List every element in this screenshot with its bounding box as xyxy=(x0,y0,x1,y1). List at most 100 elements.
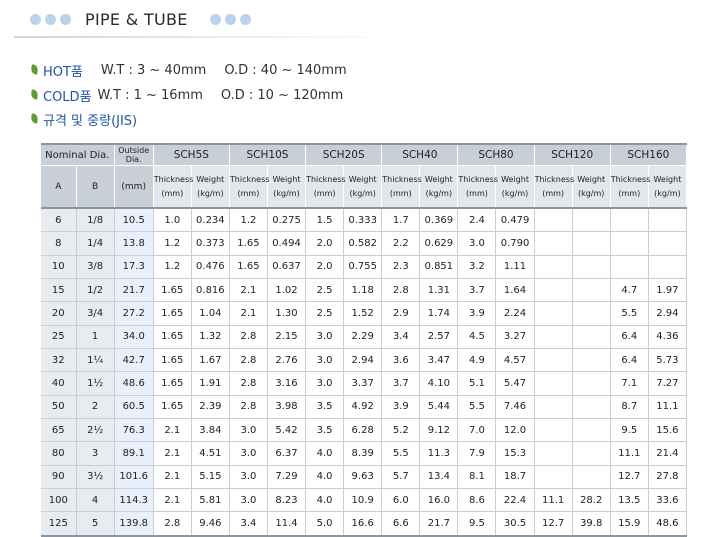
weight-unit: (kg/m) xyxy=(654,188,681,198)
thickness-cell: 3.4 xyxy=(381,325,421,350)
nominal-b-cell: 3½ xyxy=(76,465,115,490)
weight-cell: 0.851 xyxy=(419,255,459,280)
table-row: 50 2 60.5 1.65 2.39 2.8 3.98 3.5 4.92 3.9 5.44 5.5 7… xyxy=(41,395,688,420)
table-header-row-2: A B (mm) Thickness (mm) Weight (kg/m) Thickn… xyxy=(41,165,688,209)
weight-cell: 3.98 xyxy=(267,395,307,420)
hot-spec-line: HOT품 W.T : 3 ~ 40mm O.D : 40 ~ 140mm xyxy=(30,61,347,80)
thickness-cell xyxy=(534,418,573,443)
weight-unit: (kg/m) xyxy=(273,188,300,198)
table-row: 40 1½ 48.6 1.65 1.91 2.8 3.16 3.0 3.37 3.7 4.10 5.1… xyxy=(41,371,688,396)
weight-cell: 10.9 xyxy=(343,488,383,513)
weight-cell: 5.47 xyxy=(495,371,535,396)
thickness-cell: 2.4 xyxy=(457,208,497,233)
thickness-cell: 2.1 xyxy=(153,418,192,443)
weight-cell xyxy=(648,208,688,233)
cold-spec-line: COLD품 W.T : 1 ~ 16mm O.D : 10 ~ 120mm xyxy=(30,86,343,105)
thickness-cell: 1.65 xyxy=(153,301,192,326)
thickness-unit: (mm) xyxy=(466,188,488,198)
hot-label: HOT품 xyxy=(43,65,83,80)
thickness-cell: 5.5 xyxy=(457,395,497,420)
weight-cell: 1.11 xyxy=(495,255,535,280)
thickness-cell: 12.7 xyxy=(610,465,649,490)
weight-subheader: Weight (kg/m) xyxy=(495,165,535,209)
thickness-cell xyxy=(534,301,573,326)
dot-icon xyxy=(224,13,236,25)
table-row: 100 4 114.3 2.1 5.81 3.0 8.23 4.0 10.9 6.0 16.0 8.6… xyxy=(41,488,688,513)
thickness-cell: 4.0 xyxy=(305,488,345,513)
weight-cell: 0.755 xyxy=(343,255,383,280)
thickness-subheader: Thickness (mm) xyxy=(610,165,650,209)
thickness-cell: 3.2 xyxy=(457,255,497,280)
thickness-cell: 3.4 xyxy=(229,511,268,537)
weight-cell: 18.7 xyxy=(495,465,535,490)
thickness-unit: (mm) xyxy=(389,188,412,198)
weight-cell: 21.7 xyxy=(419,511,459,537)
weight-cell xyxy=(572,301,611,326)
outside-dia-cell: 21.7 xyxy=(114,278,154,303)
table-row: 80 3 89.1 2.1 4.51 3.0 6.37 4.0 8.39 5.5 11.3 7.9 15… xyxy=(41,441,688,466)
weight-cell: 0.582 xyxy=(343,231,383,256)
dot-icon xyxy=(30,13,41,25)
weight-cell xyxy=(572,418,611,443)
weight-cell xyxy=(572,278,611,303)
weight-label: Weight xyxy=(196,174,225,184)
weight-cell xyxy=(572,255,611,280)
nominal-b-cell: 4 xyxy=(76,488,115,513)
thickness-cell: 2.1 xyxy=(153,441,192,466)
dot-icon xyxy=(239,13,251,25)
title-divider xyxy=(14,36,404,38)
weight-unit: (kg/m) xyxy=(197,188,224,198)
thickness-cell: 4.9 xyxy=(457,348,497,373)
weight-cell: 8.39 xyxy=(343,441,383,466)
thickness-cell: 5.0 xyxy=(305,511,345,537)
thickness-unit: (mm) xyxy=(618,188,641,198)
table-row: 65 2½ 76.3 2.1 3.84 3.0 5.42 3.5 6.28 5.2 9.12 7.0 1… xyxy=(41,418,688,443)
weight-cell: 2.94 xyxy=(343,348,383,373)
nominal-dia-header: Nominal Dia. xyxy=(41,143,115,166)
weight-cell: 5.73 xyxy=(648,348,688,373)
thickness-cell: 7.1 xyxy=(610,371,649,396)
weight-cell: 15.3 xyxy=(495,441,535,466)
weight-cell xyxy=(572,348,611,373)
outside-dia-header: Outside Dia. xyxy=(114,143,154,166)
thickness-cell: 4.7 xyxy=(610,278,649,303)
outside-dia-cell: 114.3 xyxy=(114,488,154,513)
thickness-cell xyxy=(610,231,649,256)
thickness-cell: 7.0 xyxy=(457,418,497,443)
weight-cell xyxy=(572,395,611,420)
weight-cell: 1.64 xyxy=(495,278,535,303)
outside-dia-cell: 13.8 xyxy=(114,231,154,256)
weight-cell: 2.29 xyxy=(343,325,383,350)
weight-cell: 1.52 xyxy=(343,301,383,326)
weight-cell: 7.27 xyxy=(648,371,688,396)
leaf-icon xyxy=(30,90,39,101)
thickness-cell: 5.5 xyxy=(610,301,649,326)
sch120-header: SCH120 xyxy=(534,143,611,166)
weight-cell: 39.8 xyxy=(572,511,611,537)
weight-cell: 3.27 xyxy=(495,325,535,350)
dot-icon xyxy=(45,13,56,25)
weight-cell: 30.5 xyxy=(495,511,535,537)
a-header: A xyxy=(41,165,77,209)
weight-cell: 27.8 xyxy=(648,465,688,490)
nominal-b-cell: 3/4 xyxy=(76,301,115,326)
weight-cell: 2.15 xyxy=(267,325,307,350)
thickness-unit: (mm) xyxy=(542,188,565,198)
thickness-subheader: Thickness (mm) xyxy=(534,165,574,209)
decorative-dots-right xyxy=(209,13,251,25)
weight-cell: 4.51 xyxy=(191,441,230,466)
weight-cell: 5.42 xyxy=(267,418,307,443)
thickness-cell: 2.8 xyxy=(229,395,268,420)
thickness-cell: 3.0 xyxy=(457,231,497,256)
weight-subheader: Weight (kg/m) xyxy=(267,165,307,209)
weight-cell: 6.28 xyxy=(343,418,383,443)
thickness-cell: 3.7 xyxy=(457,278,497,303)
weight-cell: 0.637 xyxy=(267,255,307,280)
weight-cell: 1.32 xyxy=(191,325,230,350)
weight-unit: (kg/m) xyxy=(425,188,453,198)
weight-cell xyxy=(648,231,688,256)
weight-cell: 5.81 xyxy=(191,488,230,513)
thickness-cell: 2.2 xyxy=(381,231,421,256)
thickness-cell: 3.0 xyxy=(229,488,268,513)
weight-cell: 33.6 xyxy=(648,488,688,513)
